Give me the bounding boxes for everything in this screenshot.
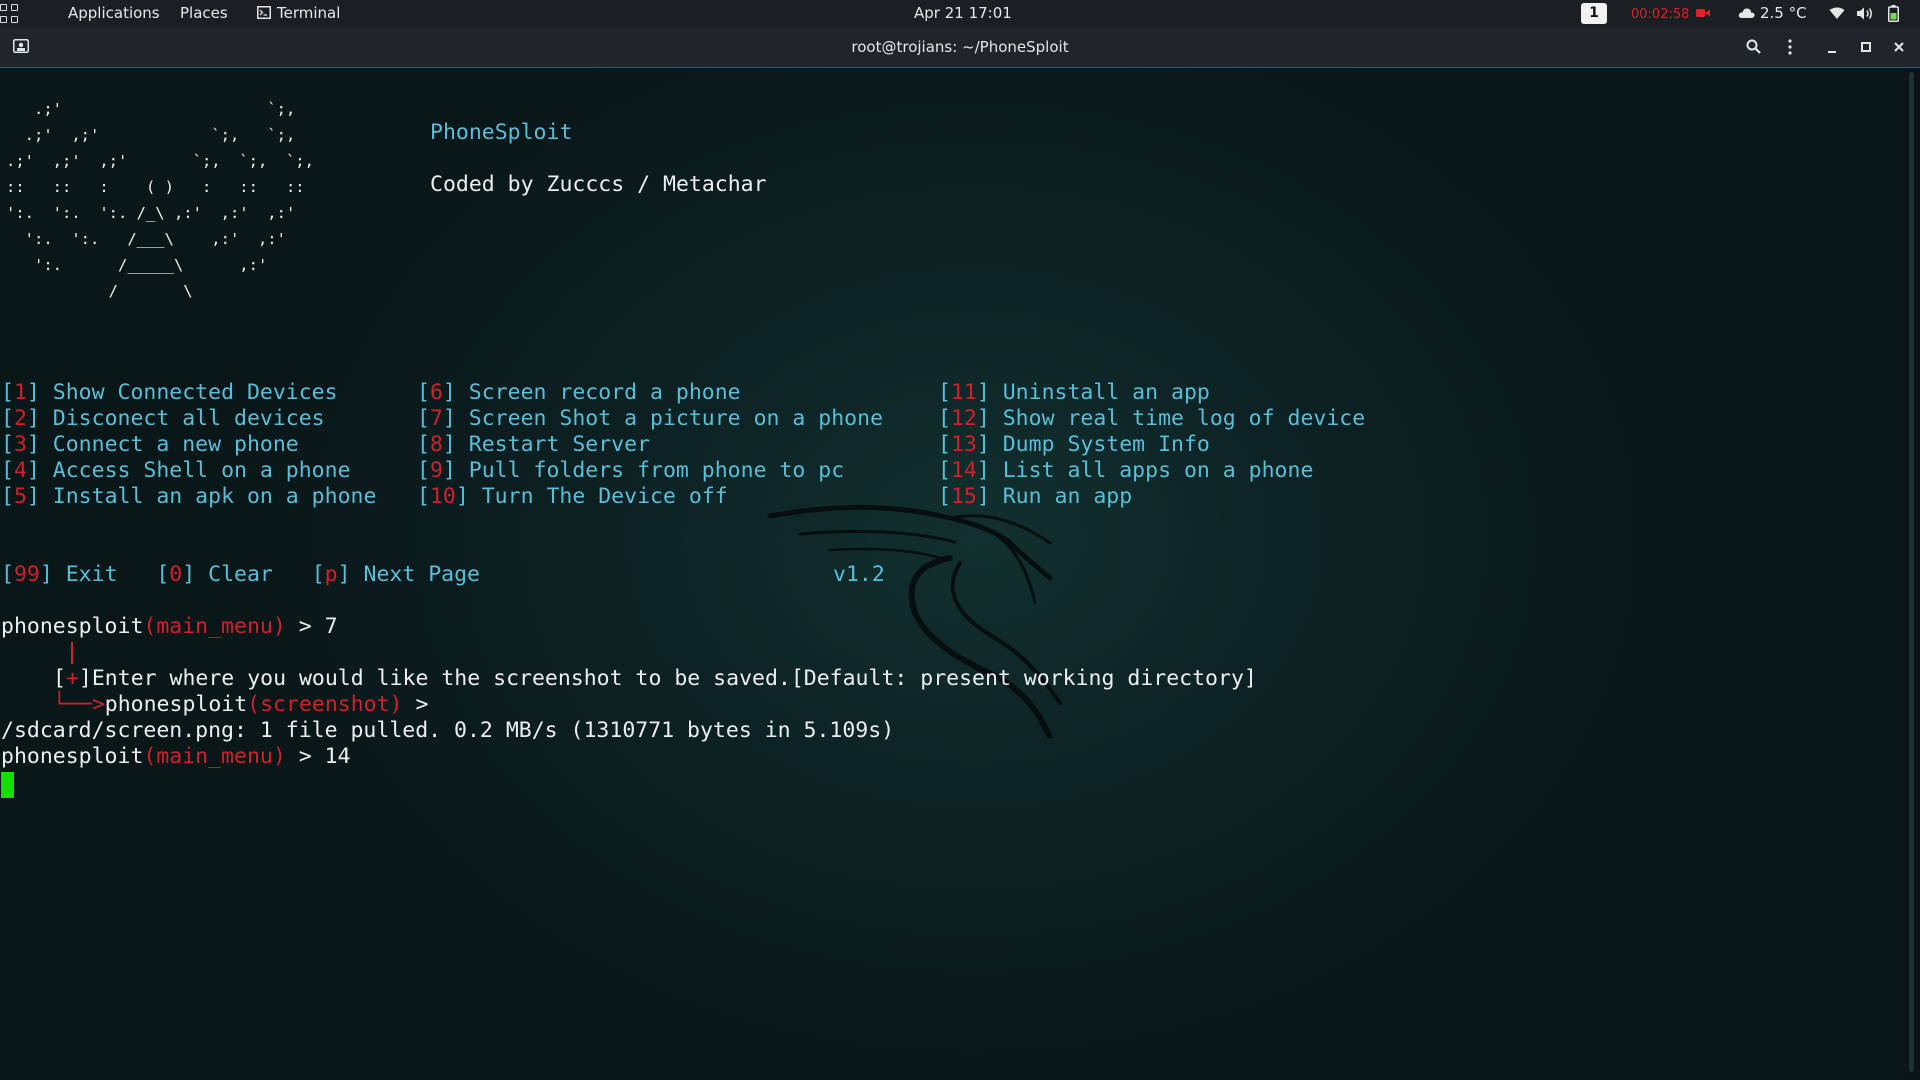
menu-item: [7] Screen Shot a picture on a phone xyxy=(417,406,884,431)
menu-item: [2] Disconect all devices xyxy=(1,406,325,431)
top-panel: Applications Places Terminal Apr 21 17:0… xyxy=(0,0,1920,27)
terminal-taskbar-label: Terminal xyxy=(277,4,341,22)
menu-item: [8] Restart Server xyxy=(417,432,651,457)
battery-icon[interactable] xyxy=(1888,5,1899,22)
clock[interactable]: Apr 21 17:01 xyxy=(914,0,1012,27)
temperature: 2.5 °C xyxy=(1760,4,1807,22)
maximize-button[interactable] xyxy=(1854,35,1878,59)
menu-item: [1] Show Connected Devices xyxy=(1,380,338,405)
menu-item: [6] Screen record a phone xyxy=(417,380,741,405)
kebab-menu-icon xyxy=(1788,39,1792,55)
minimize-icon xyxy=(1828,51,1836,53)
menu-item: [13] Dump System Info xyxy=(938,432,1210,457)
workspace-indicator[interactable]: 1 xyxy=(1581,3,1607,24)
tree-connector xyxy=(71,642,73,664)
wifi-icon[interactable] xyxy=(1829,7,1845,20)
terminal-cursor xyxy=(1,772,14,798)
scrollbar-thumb[interactable] xyxy=(1909,72,1914,1072)
tool-credit: Coded by Zucccs / Metachar xyxy=(430,172,767,197)
menu-footer: [99] Exit [0] Clear [p] Next Page xyxy=(1,562,480,587)
menu-item: [14] List all apps on a phone xyxy=(938,458,1314,483)
volume-icon[interactable] xyxy=(1856,6,1874,21)
menu-item: [4] Access Shell on a phone xyxy=(1,458,351,483)
menu-item: [12] Show real time log of device xyxy=(938,406,1366,431)
prompt-line: phonesploit(main_menu) > 14 xyxy=(1,744,351,769)
record-icon xyxy=(1696,9,1711,17)
menu-button[interactable] xyxy=(1778,35,1802,59)
save-location-prompt: [+]Enter where you would like the screen… xyxy=(53,666,1257,691)
close-icon xyxy=(1894,42,1904,52)
menu-item: [11] Uninstall an app xyxy=(938,380,1210,405)
cloud-icon xyxy=(1738,8,1755,18)
prompt-line: phonesploit(main_menu) > 7 xyxy=(1,614,338,639)
menu-item: [5] Install an apk on a phone xyxy=(1,484,377,509)
menu-item: [15] Run an app xyxy=(938,484,1133,509)
terminal-icon xyxy=(257,6,271,19)
menu-item: [3] Connect a new phone xyxy=(1,432,299,457)
pull-result: /sdcard/screen.png: 1 file pulled. 0.2 M… xyxy=(1,718,895,743)
recording-indicator[interactable]: 00:02:58 xyxy=(1631,0,1711,27)
terminal-taskbar-item[interactable]: Terminal xyxy=(257,0,340,27)
app-grid-icon[interactable] xyxy=(0,3,20,24)
close-button[interactable] xyxy=(1887,35,1911,59)
version-label: v1.2 xyxy=(833,562,885,587)
weather-indicator[interactable]: 2.5 °C xyxy=(1738,0,1807,27)
places-menu[interactable]: Places xyxy=(180,0,228,27)
terminal-scrollbar[interactable] xyxy=(1906,68,1920,1080)
minimize-button[interactable] xyxy=(1820,35,1844,59)
menu-item: [9] Pull folders from phone to pc xyxy=(417,458,845,483)
menu-item: [10] Turn The Device off xyxy=(417,484,728,509)
search-icon xyxy=(1746,39,1761,54)
recording-time: 00:02:58 xyxy=(1631,7,1690,22)
tool-name: PhoneSploit xyxy=(430,120,573,145)
window-title: root@trojians: ~/PhoneSploit xyxy=(851,38,1069,56)
applications-menu[interactable]: Applications xyxy=(68,0,160,27)
sub-prompt-line: └──>phonesploit(screenshot) > xyxy=(53,692,429,717)
maximize-icon xyxy=(1861,42,1871,52)
phonesploit-ascii-logo: .;' `;, .;' ,;' `;, `;, .;' ,;' ,;' `;, … xyxy=(6,100,314,300)
search-button[interactable] xyxy=(1741,35,1765,59)
terminal-output[interactable]: .;' `;, .;' ,;' `;, `;, .;' ,;' ,;' `;, … xyxy=(0,68,1906,1080)
window-titlebar[interactable]: root@trojians: ~/PhoneSploit xyxy=(0,27,1920,68)
